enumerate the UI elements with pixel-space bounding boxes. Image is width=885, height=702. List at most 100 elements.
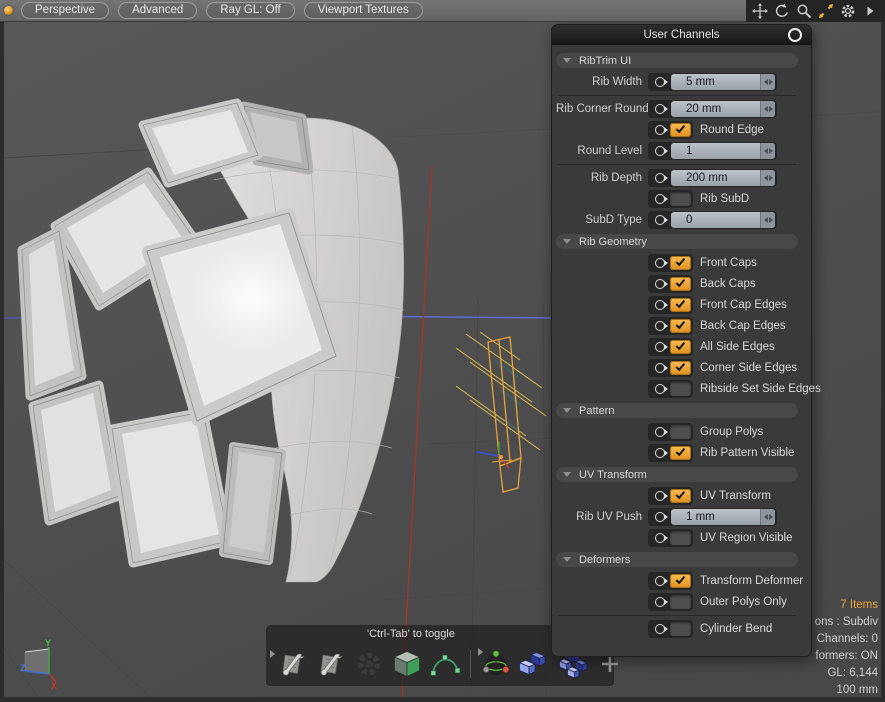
orbit-icon[interactable] <box>774 3 790 19</box>
checkbox-back-cap-edges[interactable] <box>670 319 691 333</box>
channel-state-icon <box>655 258 665 268</box>
channel-control: 1 mm <box>648 508 777 526</box>
channel-mode-button[interactable] <box>650 171 669 185</box>
mini-slider-icon[interactable] <box>760 143 775 159</box>
channel-mode-button[interactable] <box>650 622 669 636</box>
channel-control <box>648 529 693 547</box>
channel-mode-button[interactable] <box>650 425 669 439</box>
check-icon <box>676 319 686 329</box>
checkbox-rib-pattern-visible[interactable] <box>670 446 691 460</box>
array-cubes-icon[interactable] <box>517 647 551 681</box>
viewport-button-ray-gl-off[interactable]: Ray GL: Off <box>206 2 295 19</box>
gear-icon[interactable] <box>352 647 386 681</box>
mini-slider-icon[interactable] <box>760 101 775 117</box>
channel-mode-button[interactable] <box>650 213 669 227</box>
channel-mode-button[interactable] <box>650 319 669 333</box>
slider-left-arrow-icon <box>764 106 768 112</box>
section-header-ribtrim-ui[interactable]: RibTrim UI <box>556 53 798 68</box>
checkbox-all-side-edges[interactable] <box>670 340 691 354</box>
channel-row-front-cap-edges: Front Cap Edges <box>556 294 798 315</box>
channel-row-back-caps: Back Caps <box>556 273 798 294</box>
channel-state-icon <box>655 279 665 289</box>
checkbox-label: UV Transform <box>700 490 771 502</box>
section-header-deformers[interactable]: Deformers <box>556 552 798 567</box>
channel-mode-button[interactable] <box>650 123 669 137</box>
pan-icon[interactable] <box>752 3 768 19</box>
panel-header[interactable]: User Channels <box>552 25 811 45</box>
channel-mode-button[interactable] <box>650 382 669 396</box>
mini-slider-icon[interactable] <box>760 74 775 90</box>
section-header-uv-transform[interactable]: UV Transform <box>556 467 798 482</box>
checkbox-ribside-set-side-edges[interactable] <box>670 382 691 396</box>
section-label: RibTrim UI <box>579 55 631 67</box>
checkbox-outer-polys-only[interactable] <box>670 595 691 609</box>
checkbox-label: Corner Side Edges <box>700 362 797 374</box>
slider-left-arrow-icon <box>764 79 768 85</box>
checkbox-uv-region-visible[interactable] <box>670 531 691 545</box>
checkbox-uv-transform[interactable] <box>670 489 691 503</box>
maximize-icon[interactable] <box>818 3 834 19</box>
value-input-subd-type[interactable]: 0 <box>671 212 775 228</box>
mini-slider-icon[interactable] <box>760 170 775 186</box>
checkbox-back-caps[interactable] <box>670 277 691 291</box>
channel-mode-button[interactable] <box>650 510 669 524</box>
channel-state-icon <box>655 597 665 607</box>
channel-mode-button[interactable] <box>650 192 669 206</box>
checkbox-label: UV Region Visible <box>700 532 792 544</box>
mini-slider-icon[interactable] <box>760 212 775 228</box>
script-tool-icon[interactable] <box>276 647 310 681</box>
expand-arrow-icon[interactable] <box>862 3 878 19</box>
channel-mode-button[interactable] <box>650 298 669 312</box>
slider-left-arrow-icon <box>764 175 768 181</box>
value-input-rib-uv-push[interactable]: 1 mm <box>671 509 775 525</box>
channel-mode-button[interactable] <box>650 340 669 354</box>
value-input-round-level[interactable]: 1 <box>671 143 775 159</box>
falloff-gizmo-icon[interactable] <box>479 647 513 681</box>
channel-mode-button[interactable] <box>650 595 669 609</box>
mini-slider-icon[interactable] <box>760 509 775 525</box>
checkbox-label: Ribside Set Side Edges <box>700 383 821 395</box>
checkbox-cylinder-bend[interactable] <box>670 622 691 636</box>
cube-icon[interactable] <box>390 647 424 681</box>
channel-mode-button[interactable] <box>650 531 669 545</box>
checkbox-rib-subd[interactable] <box>670 192 691 206</box>
checkbox-round-edge[interactable] <box>670 123 691 137</box>
checkbox-front-caps[interactable] <box>670 256 691 270</box>
divider <box>558 615 796 616</box>
panel-options-ring-icon[interactable] <box>788 28 802 42</box>
section-header-pattern[interactable]: Pattern <box>556 403 798 418</box>
slider-right-arrow-icon <box>769 106 773 112</box>
channel-mode-button[interactable] <box>650 102 669 116</box>
channel-mode-button[interactable] <box>650 75 669 89</box>
checkbox-label: All Side Edges <box>700 341 775 353</box>
check-icon <box>676 298 686 308</box>
section-header-rib-geometry[interactable]: Rib Geometry <box>556 234 798 249</box>
checkbox-transform-deformer[interactable] <box>670 574 691 588</box>
settings-gear-icon[interactable] <box>840 3 856 19</box>
channel-control: 1 <box>648 142 777 160</box>
checkbox-front-cap-edges[interactable] <box>670 298 691 312</box>
channel-mode-button[interactable] <box>650 144 669 158</box>
checkbox-corner-side-edges[interactable] <box>670 361 691 375</box>
items-count: 7 Items <box>815 597 878 614</box>
viewport-button-advanced[interactable]: Advanced <box>118 2 197 19</box>
curve-icon[interactable] <box>428 647 462 681</box>
input-value: 1 mm <box>671 511 715 523</box>
value-input-rib-depth[interactable]: 200 mm <box>671 170 775 186</box>
checkbox-group-polys[interactable] <box>670 425 691 439</box>
value-input-rib-width[interactable]: 5 mm <box>671 74 775 90</box>
input-value: 5 mm <box>671 76 715 88</box>
script-tool-2-icon[interactable] <box>314 647 348 681</box>
viewport-button-perspective[interactable]: Perspective <box>21 2 109 19</box>
channel-mode-button[interactable] <box>650 361 669 375</box>
value-input-rib-corner-round[interactable]: 20 mm <box>671 101 775 117</box>
channel-mode-button[interactable] <box>650 277 669 291</box>
viewport-button-viewport-textures[interactable]: Viewport Textures <box>304 2 423 19</box>
channel-mode-button[interactable] <box>650 446 669 460</box>
channel-mode-button[interactable] <box>650 256 669 270</box>
zoom-icon[interactable] <box>796 3 812 19</box>
section-label: Rib Geometry <box>579 236 647 248</box>
channel-mode-button[interactable] <box>650 574 669 588</box>
selected-pattern-wireframe <box>456 332 546 492</box>
channel-mode-button[interactable] <box>650 489 669 503</box>
